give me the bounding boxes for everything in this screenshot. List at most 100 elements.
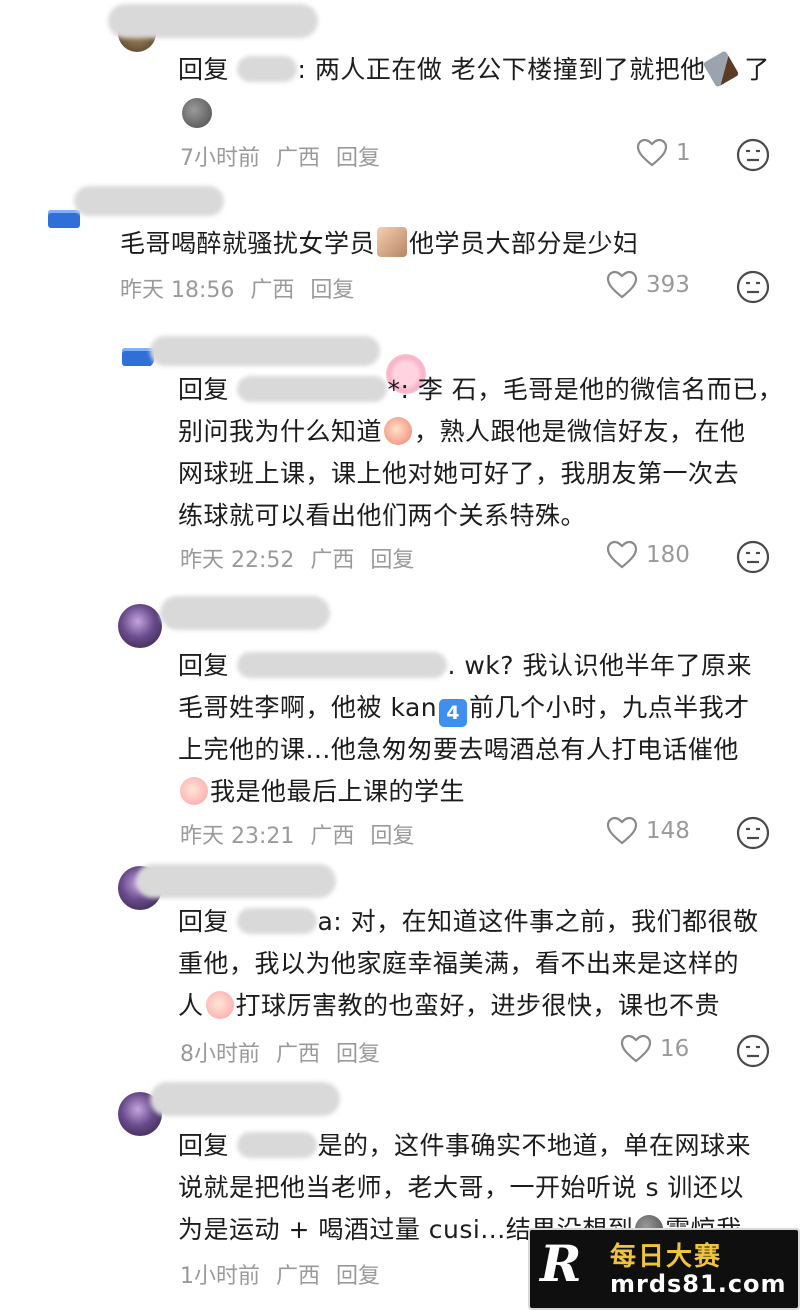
comment-line-3b: 打球厉害教的也蛮好，进步很快，课也不贵 (235, 991, 721, 1020)
watermark-url: mrds81.com (610, 1270, 787, 1298)
reply-button[interactable]: 回复 (336, 1042, 380, 1067)
heart-icon (606, 540, 638, 569)
comment-body: 毛哥喝醉就骚扰女学员 他学员大部分是少妇 (120, 222, 639, 265)
comment-body: 回复 : 两人正在做 老公下楼撞到了就把他 了 (178, 48, 770, 91)
reply-prefix: 回复 (178, 1131, 238, 1160)
comment-meta: 昨天 23:21 广西 回复 (180, 818, 430, 850)
comment-body: 回复 是的，这件事确实不地道，单在网球来 (178, 1124, 751, 1167)
reply-button[interactable]: 回复 (370, 548, 414, 573)
comment-line-3: 网球班上课，课上他对她可好了，我朋友第一次去 (178, 459, 740, 488)
comment-meta: 1小时前 广西 回复 (180, 1258, 396, 1290)
comment-body-line: 练球就可以看出他们两个关系特殊。 (178, 494, 586, 537)
watermark-title: 每日大赛 (610, 1242, 723, 1272)
comment-text: 毛哥喝醉就骚扰女学员 (120, 229, 376, 258)
comment-line-2b: 前几个小时，九点半我才 (469, 693, 750, 722)
knife-emoji (702, 50, 740, 88)
comment-meta: 昨天 18:56 广西 回复 (120, 272, 370, 304)
reply-button[interactable]: 回复 (336, 146, 380, 171)
reply-prefix: 回复 (178, 907, 238, 936)
reply-prefix: 回复 (178, 55, 238, 84)
comment-line-1: *: 李 石，毛哥是他的微信名而已， (387, 375, 784, 404)
avatar[interactable] (118, 604, 162, 648)
mention-redacted (237, 56, 298, 82)
face-emoji (384, 417, 413, 445)
mention-redacted (237, 1132, 318, 1158)
timestamp: 昨天 22:52 (180, 548, 295, 573)
comment-line-2b: ，熟人跟他是微信好友，在他 (414, 417, 746, 446)
mention-redacted (237, 908, 318, 934)
like-count: 180 (646, 542, 690, 568)
comment-meta: 8小时前 广西 回复 (180, 1036, 396, 1068)
username-redacted (150, 336, 380, 366)
comment-body-line: 网球班上课，课上他对她可好了，我朋友第一次去 (178, 452, 739, 495)
comment-line-1: . wk? 我认识他半年了原来 (447, 651, 752, 680)
timestamp: 7小时前 (180, 146, 260, 171)
crying-emoji (180, 777, 208, 805)
comment-line-1: a: 对，在知道这件事之前，我们都很敬 (317, 907, 759, 936)
like-button[interactable]: 180 (606, 540, 690, 570)
comment-body-line: 我是他最后上课的学生 (178, 770, 465, 813)
bomb-emoji (182, 98, 212, 128)
heart-icon (620, 1034, 652, 1063)
reply-prefix: 回复 (178, 375, 238, 404)
reply-button[interactable]: 回复 (370, 824, 414, 849)
username-redacted (136, 864, 336, 898)
username-redacted (108, 4, 318, 38)
comment-line-4: 我是他最后上课的学生 (210, 777, 466, 806)
comment-body-line: 人 打球厉害教的也蛮好，进步很快，课也不贵 (178, 984, 720, 1027)
comment-body: 回复 *: 李 石，毛哥是他的微信名而已， (178, 368, 783, 411)
like-button[interactable]: 1 (636, 138, 691, 168)
mention-redacted (237, 652, 448, 678)
crying-emoji (205, 991, 234, 1019)
comment-line-4: 练球就可以看出他们两个关系特殊。 (178, 501, 587, 530)
dislike-face-icon[interactable] (736, 816, 770, 850)
username-redacted (74, 186, 224, 216)
heart-icon (606, 816, 638, 845)
comment-meta: 7小时前 广西 回复 (180, 140, 396, 172)
comment-line-1: 是的，这件事确实不地道，单在网球来 (317, 1131, 751, 1160)
region: 广西 (276, 146, 321, 171)
timestamp: 8小时前 (180, 1042, 260, 1067)
timestamp: 昨天 18:56 (120, 278, 235, 303)
heart-icon (606, 270, 638, 299)
like-count: 16 (660, 1036, 690, 1062)
site-watermark: R 每日大赛 mrds81.com (528, 1228, 800, 1310)
keycap-four-emoji: 4 (439, 699, 468, 727)
comment-body-line: 上完他的课...他急匆匆要去喝酒总有人打电话催他 (178, 728, 739, 771)
comment-line-3a: 人 (178, 991, 204, 1020)
comment-body: 回复 a: 对，在知道这件事之前，我们都很敬 (178, 900, 759, 943)
comment-body-line: 重他，我以为他家庭幸福美满，看不出来是这样的 (178, 942, 739, 985)
dislike-face-icon[interactable] (736, 138, 770, 172)
timestamp: 昨天 23:21 (180, 824, 295, 849)
comment-line-3: 上完他的课...他急匆匆要去喝酒总有人打电话催他 (178, 735, 739, 764)
watermark-logo: R (540, 1234, 582, 1293)
comment-body-line: 说就是把他当老师，老大哥，一开始听说 s 训还以 (178, 1166, 744, 1209)
comment-line-2a: 别问我为什么知道 (178, 417, 383, 446)
like-button[interactable]: 393 (606, 270, 690, 300)
like-count: 1 (676, 140, 691, 166)
dislike-face-icon[interactable] (736, 540, 770, 574)
comment-line-2: 说就是把他当老师，老大哥，一开始听说 s 训还以 (178, 1173, 744, 1202)
username-redacted (160, 596, 330, 630)
comment-body-line: 毛哥姓李啊，他被 kan 4 前几个小时，九点半我才 (178, 686, 750, 729)
region: 广西 (276, 1042, 321, 1067)
comment-body: 回复 . wk? 我认识他半年了原来 (178, 644, 752, 687)
comment-meta: 昨天 22:52 广西 回复 (180, 542, 430, 574)
comment-text: : 两人正在做 老公下楼撞到了就把他 (297, 55, 706, 84)
like-button[interactable]: 16 (620, 1034, 689, 1064)
like-count: 148 (646, 818, 690, 844)
username-redacted (150, 1082, 340, 1116)
region: 广西 (310, 548, 355, 573)
reply-button[interactable]: 回复 (310, 278, 354, 303)
reply-button[interactable]: 回复 (336, 1264, 380, 1289)
dislike-face-icon[interactable] (736, 1034, 770, 1068)
heart-icon (636, 138, 668, 167)
region: 广西 (250, 278, 295, 303)
comment-line-2a: 毛哥姓李啊，他被 kan (178, 693, 438, 722)
mention-redacted (237, 376, 388, 402)
comment-body-line: 别问我为什么知道 ，熟人跟他是微信好友，在他 (178, 410, 746, 453)
sticker-emoji (377, 227, 408, 257)
dislike-face-icon[interactable] (736, 270, 770, 304)
like-button[interactable]: 148 (606, 816, 690, 846)
like-count: 393 (646, 272, 690, 298)
